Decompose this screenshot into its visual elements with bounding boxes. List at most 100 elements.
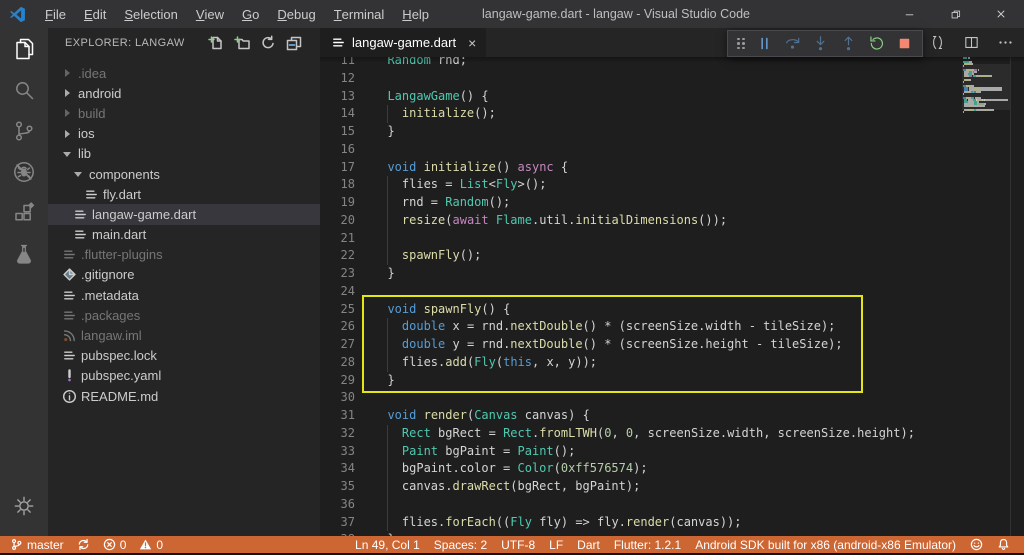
code-text[interactable]: flies.add(Fly(this, x, y));	[373, 354, 597, 372]
line-number[interactable]: 37	[320, 514, 355, 532]
code-text[interactable]: canvas.drawRect(bgRect, bgPaint);	[373, 478, 640, 496]
new-file-button[interactable]	[206, 33, 226, 53]
editor-scrollbar[interactable]	[1010, 57, 1024, 536]
activity-explorer[interactable]	[0, 28, 48, 69]
status-sync[interactable]	[77, 538, 90, 551]
split-editor-button[interactable]	[963, 34, 980, 51]
line-number[interactable]: 15	[320, 123, 355, 141]
line-number[interactable]: 13	[320, 88, 355, 106]
code-text[interactable]: Paint bgPaint = Paint();	[373, 443, 575, 461]
code-text[interactable]: void spawnFly() {	[373, 301, 510, 319]
step-out-button[interactable]	[834, 32, 862, 55]
line-number[interactable]: 33	[320, 443, 355, 461]
status-flutter-version[interactable]: Flutter: 1.2.1	[614, 538, 681, 552]
code-text[interactable]: LangawGame() {	[373, 88, 489, 106]
line-number[interactable]: 20	[320, 212, 355, 230]
close-button[interactable]	[978, 0, 1024, 28]
line-number[interactable]: 35	[320, 478, 355, 496]
tree-item-langaw.iml[interactable]: langaw.iml	[48, 325, 320, 345]
code-text[interactable]: void initialize() async {	[373, 159, 568, 177]
code-text[interactable]: spawnFly();	[373, 247, 481, 265]
line-number[interactable]: 22	[320, 247, 355, 265]
tree-item-ios[interactable]: ios	[48, 124, 320, 144]
restart-button[interactable]	[862, 32, 890, 55]
status-language-mode[interactable]: Dart	[577, 538, 600, 552]
tree-item-.packages[interactable]: .packages	[48, 305, 320, 325]
code-text[interactable]: double y = rnd.nextDouble() * (screenSiz…	[373, 336, 843, 354]
line-number[interactable]: 27	[320, 336, 355, 354]
activity-search[interactable]	[0, 69, 48, 110]
code-text[interactable]: }	[373, 123, 395, 141]
menu-file[interactable]: File	[36, 0, 75, 28]
minimize-button[interactable]	[886, 0, 932, 28]
more-actions-button[interactable]	[997, 34, 1014, 51]
line-number[interactable]: 18	[320, 176, 355, 194]
tree-item-.gitignore[interactable]: .gitignore	[48, 265, 320, 285]
status-git-branch[interactable]: master	[10, 538, 64, 552]
status-errors[interactable]: 0	[103, 538, 127, 552]
menu-terminal[interactable]: Terminal	[325, 0, 394, 28]
code-text[interactable]: Rect bgRect = Rect.fromLTWH(0, 0, screen…	[373, 425, 915, 443]
tree-item-.idea[interactable]: .idea	[48, 63, 320, 83]
code-text[interactable]: bgPaint.color = Color(0xff576574);	[373, 460, 648, 478]
status-cursor-position[interactable]: Ln 49, Col 1	[355, 538, 420, 552]
line-number[interactable]: 29	[320, 372, 355, 390]
step-into-button[interactable]	[806, 32, 834, 55]
status-eol[interactable]: LF	[549, 538, 563, 552]
status-encoding[interactable]: UTF-8	[501, 538, 535, 552]
line-number[interactable]: 36	[320, 496, 355, 514]
code-text[interactable]: }	[373, 265, 395, 283]
line-number[interactable]: 25	[320, 301, 355, 319]
line-number[interactable]: 34	[320, 460, 355, 478]
tree-item-pubspec.lock[interactable]: pubspec.lock	[48, 346, 320, 366]
line-number[interactable]: 32	[320, 425, 355, 443]
tree-item-android[interactable]: android	[48, 83, 320, 103]
line-number[interactable]: 11	[320, 57, 355, 70]
tree-item-components[interactable]: components	[48, 164, 320, 184]
collapse-all-button[interactable]	[284, 33, 304, 53]
tree-item-fly.dart[interactable]: fly.dart	[48, 184, 320, 204]
menu-edit[interactable]: Edit	[75, 0, 115, 28]
tab-close-icon[interactable]: ×	[468, 35, 476, 51]
activity-debug[interactable]	[0, 151, 48, 192]
line-number[interactable]: 17	[320, 159, 355, 177]
menu-debug[interactable]: Debug	[268, 0, 324, 28]
new-folder-button[interactable]	[232, 33, 252, 53]
line-number[interactable]: 21	[320, 230, 355, 248]
activity-source-control[interactable]	[0, 110, 48, 151]
status-feedback[interactable]	[970, 538, 983, 551]
line-number[interactable]: 14	[320, 105, 355, 123]
line-number[interactable]: 23	[320, 265, 355, 283]
code-text[interactable]: flies = List<Fly>();	[373, 176, 546, 194]
menu-selection[interactable]: Selection	[115, 0, 186, 28]
refresh-button[interactable]	[258, 33, 278, 53]
line-number[interactable]: 31	[320, 407, 355, 425]
tree-item-pubspec.yaml[interactable]: pubspec.yaml	[48, 366, 320, 386]
status-warnings[interactable]: 0	[139, 538, 163, 552]
code-text[interactable]: rnd = Random();	[373, 194, 510, 212]
activity-test[interactable]	[0, 233, 48, 274]
sync-changes-button[interactable]	[929, 34, 946, 51]
line-number[interactable]: 24	[320, 283, 355, 301]
line-number[interactable]: 30	[320, 389, 355, 407]
activity-extensions[interactable]	[0, 192, 48, 233]
minimap[interactable]	[962, 57, 1010, 536]
code-text[interactable]: resize(await Flame.util.initialDimension…	[373, 212, 727, 230]
line-number[interactable]: 16	[320, 141, 355, 159]
line-number[interactable]: 26	[320, 318, 355, 336]
code-text[interactable]: void render(Canvas canvas) {	[373, 407, 590, 425]
tree-item-.flutter-plugins[interactable]: .flutter-plugins	[48, 245, 320, 265]
tree-item-build[interactable]: build	[48, 103, 320, 123]
tree-item-main.dart[interactable]: main.dart	[48, 225, 320, 245]
debug-toolbar-grip[interactable]	[734, 35, 748, 53]
stop-button[interactable]	[890, 32, 918, 55]
status-indentation[interactable]: Spaces: 2	[434, 538, 487, 552]
menu-view[interactable]: View	[187, 0, 233, 28]
status-device[interactable]: Android SDK built for x86 (android-x86 E…	[695, 538, 956, 552]
menu-go[interactable]: Go	[233, 0, 268, 28]
restore-button[interactable]	[932, 0, 978, 28]
menu-help[interactable]: Help	[393, 0, 438, 28]
line-number[interactable]: 28	[320, 354, 355, 372]
tree-item-langaw-game.dart[interactable]: langaw-game.dart	[48, 204, 320, 224]
step-over-button[interactable]	[778, 32, 806, 55]
